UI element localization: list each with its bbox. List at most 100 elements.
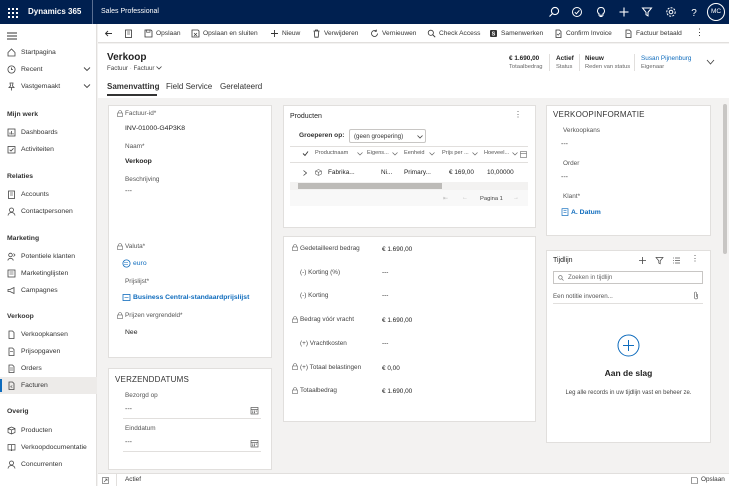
chevron-down-icon[interactable]	[472, 152, 478, 156]
search-icon[interactable]	[548, 6, 560, 18]
sidebar-item-opportunities[interactable]: Verkoopkansen	[0, 326, 97, 343]
user-avatar[interactable]: MC	[707, 3, 725, 21]
chevron-down-icon[interactable]	[429, 152, 435, 156]
tab-summary[interactable]: Samenvatting	[107, 82, 159, 91]
sidebar-item-home[interactable]: Startpagina	[0, 44, 97, 61]
timeline-search-box[interactable]: Zoeken in tijdlijn	[553, 271, 703, 284]
timeline-title: Tijdlijn	[553, 257, 573, 264]
note-input[interactable]: Een notitie invoeren...	[553, 293, 613, 300]
header-owner-link[interactable]: Susan Pijnenburg	[641, 54, 691, 63]
chevron-down-icon[interactable]	[156, 66, 163, 70]
sidebar-item-accounts[interactable]: Accounts	[0, 186, 97, 203]
chevron-down-icon[interactable]	[357, 152, 363, 156]
app-launcher-icon[interactable]	[8, 8, 18, 18]
record-subtitle: Factuur · Factuur	[107, 65, 163, 72]
chevron-down-icon[interactable]	[83, 66, 91, 72]
divider	[549, 54, 550, 71]
form-selector[interactable]: Factuur	[134, 65, 155, 72]
end-date-field[interactable]: ---	[125, 439, 132, 446]
customer-link[interactable]: A. Datum	[571, 209, 601, 216]
grid-settings-icon[interactable]	[520, 151, 527, 158]
save-status-button[interactable]: Opslaan	[701, 476, 725, 483]
tab-field-service[interactable]: Field Service	[166, 82, 212, 91]
back-button[interactable]	[104, 24, 116, 43]
add-circle-icon[interactable]	[617, 334, 640, 357]
sidebar-item-dashboards[interactable]: Dashboards	[0, 124, 97, 141]
order-field[interactable]: ---	[561, 174, 568, 181]
column-header-quantity[interactable]: Hoeveel...	[484, 150, 509, 156]
gear-icon[interactable]	[665, 6, 677, 18]
more-options-button[interactable]: ⋮	[691, 254, 699, 263]
more-options-button[interactable]: ⋮	[514, 110, 522, 119]
tab-related[interactable]: Gerelateerd	[220, 82, 262, 91]
calendar-icon[interactable]	[250, 439, 259, 448]
pricelist-link[interactable]: Business Central-standaardprijslijst	[133, 294, 249, 301]
opportunity-field[interactable]: ---	[561, 141, 568, 148]
book-icon	[7, 444, 16, 452]
chevron-down-icon[interactable]	[392, 152, 398, 156]
help-icon[interactable]: ?	[688, 6, 700, 18]
new-label: Nieuw	[282, 30, 301, 37]
next-page-button[interactable]: →	[513, 195, 519, 201]
sidebar-item-contacts[interactable]: Contactpersonen	[0, 203, 97, 220]
quote-icon	[8, 347, 15, 356]
paid-icon	[625, 29, 632, 38]
currency-link[interactable]: euro	[133, 260, 147, 267]
save-icon[interactable]	[691, 477, 698, 484]
expand-icon[interactable]	[102, 477, 109, 484]
sidebar-item-competitors[interactable]: Concurrenten	[0, 456, 97, 473]
freight-field[interactable]: ---	[382, 340, 388, 347]
sidebar-item-label: Dashboards	[21, 129, 58, 136]
scrollbar-thumb[interactable]	[298, 183, 442, 189]
sidebar-item-leads[interactable]: Potentiele klanten	[0, 248, 97, 265]
brand-title[interactable]: Dynamics 365	[28, 0, 81, 24]
chevron-down-icon[interactable]	[83, 83, 91, 89]
sidebar-item-invoices[interactable]: € Facturen	[0, 377, 97, 394]
field-underline	[123, 451, 261, 452]
sidebar-item-sales-literature[interactable]: Verkoopdocumentatie	[0, 439, 97, 456]
invoice-id-value: INV-01000-G4P3K8	[125, 125, 186, 132]
sidebar-item-recent[interactable]: Recent	[0, 61, 97, 78]
sidebar-item-marketing-lists[interactable]: Marketinglijsten	[0, 265, 97, 282]
name-field[interactable]: Verkoop	[125, 158, 152, 165]
form-view-button[interactable]	[124, 24, 136, 43]
sidebar-item-products[interactable]: Producten	[0, 422, 97, 439]
plus-icon[interactable]	[638, 256, 647, 265]
more-commands-button[interactable]: ⋮	[695, 24, 705, 43]
description-field[interactable]: ---	[125, 188, 132, 195]
sidebar-item-quotes[interactable]: Prijsopgaven	[0, 343, 97, 360]
hamburger-menu-icon[interactable]	[7, 32, 17, 40]
header-field-status-reason: Nieuw Reden van status	[585, 54, 630, 72]
discount-percent-field[interactable]: ---	[382, 269, 388, 276]
delivered-field[interactable]: ---	[125, 406, 132, 413]
task-icon[interactable]	[571, 6, 583, 18]
chevron-down-icon[interactable]	[512, 152, 518, 156]
column-header-product[interactable]: Productnaam	[315, 150, 348, 156]
lightbulb-icon[interactable]	[595, 6, 607, 18]
calendar-icon[interactable]	[250, 406, 259, 415]
discount-percent-label: (-) Korting (%)	[300, 269, 341, 276]
filter-icon[interactable]	[655, 256, 664, 265]
chevron-right-icon[interactable]	[303, 170, 307, 176]
previous-page-button[interactable]: ←	[462, 195, 468, 201]
sidebar-item-orders[interactable]: Orders	[0, 360, 97, 377]
list-view-icon[interactable]	[672, 256, 681, 265]
attachment-icon[interactable]	[693, 291, 699, 300]
sidebar-item-activities[interactable]: Activiteiten	[0, 141, 97, 158]
discount-field[interactable]: ---	[382, 292, 388, 299]
column-header-unit[interactable]: Eenheid	[404, 150, 425, 156]
group-by-select[interactable]: (geen groepering)	[349, 129, 426, 143]
sidebar-item-pinned[interactable]: Vastgemaakt	[0, 78, 97, 95]
first-page-button[interactable]: ⇤	[443, 195, 448, 202]
column-header-owner[interactable]: Eigens...	[367, 150, 389, 156]
column-header-price[interactable]: Prijs per ...	[442, 150, 469, 156]
app-name[interactable]: Sales Professional	[92, 0, 159, 24]
chevron-down-icon[interactable]	[706, 59, 715, 65]
filter-icon[interactable]	[641, 6, 653, 18]
product-name-cell[interactable]: Fabrika...	[328, 169, 355, 176]
sidebar-item-campaigns[interactable]: Campagnes	[0, 282, 97, 299]
select-all-checkmark-icon[interactable]	[302, 150, 309, 157]
plus-icon[interactable]	[618, 6, 630, 18]
scrollbar-thumb[interactable]	[723, 104, 727, 254]
divider	[579, 54, 580, 71]
